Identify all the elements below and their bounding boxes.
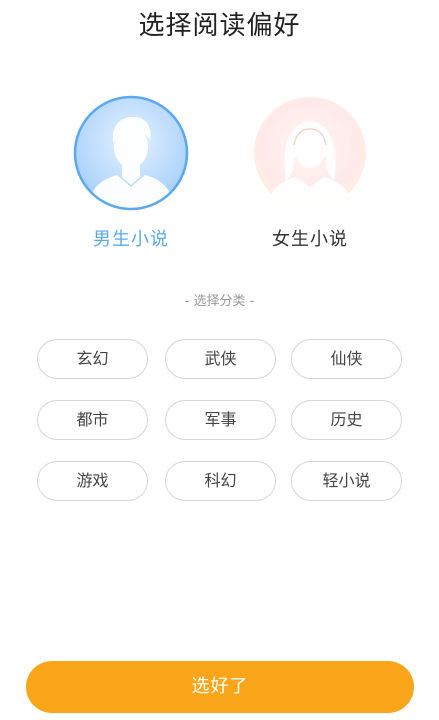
gender-label-male: 男生小说 [93, 229, 169, 250]
category-section-title: - 选择分类 - [184, 294, 255, 309]
category-chip[interactable]: 轻小说 [291, 461, 402, 501]
category-chip[interactable]: 都市 [37, 400, 148, 440]
category-chip[interactable]: 武侠 [165, 339, 276, 379]
category-chip[interactable]: 仙侠 [291, 339, 402, 379]
category-chip[interactable]: 游戏 [37, 461, 148, 501]
category-chip[interactable]: 玄幻 [37, 339, 148, 379]
category-chip[interactable]: 科幻 [165, 461, 276, 501]
confirm-button[interactable]: 选好了 [26, 661, 414, 713]
female-avatar-icon [252, 95, 368, 211]
gender-option-female[interactable]: 女生小说 [252, 95, 368, 260]
category-chip[interactable]: 历史 [291, 400, 402, 440]
gender-option-male[interactable]: 男生小说 [73, 95, 189, 260]
page-title: 选择阅读偏好 [138, 11, 301, 41]
male-avatar-icon [73, 95, 189, 211]
category-chip[interactable]: 军事 [165, 400, 276, 440]
gender-label-female: 女生小说 [272, 229, 348, 250]
